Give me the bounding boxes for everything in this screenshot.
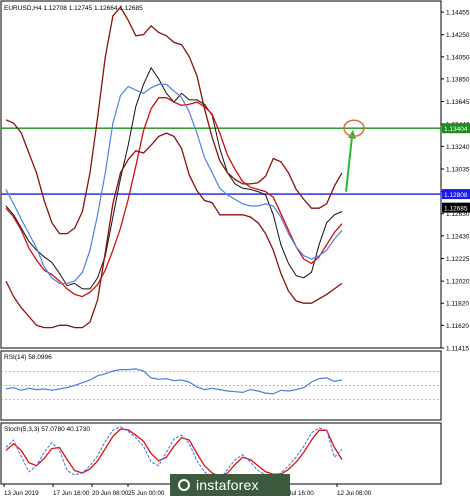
price-tick-label: 1.13240 — [446, 144, 470, 151]
x-tick-label: 20 Jun 08:00 — [92, 490, 129, 497]
trading-chart: 1.14455 1.14250 1.14050 1.13850 1.13645 1.134… — [0, 0, 470, 500]
level-price-label: 1.12808 — [444, 192, 468, 199]
x-tick-label: 25 Jun 00:00 — [128, 490, 165, 497]
price-tick-label: 1.13645 — [446, 99, 470, 106]
chart-canvas: 1.14455 1.14250 1.14050 1.13850 1.13645 1.134… — [0, 0, 470, 497]
price-tick-label: 1.14050 — [446, 54, 470, 61]
watermark-logo-icon — [178, 479, 190, 491]
x-tick-label: 12 Jul 08:00 — [337, 490, 372, 497]
price-tick-label: 1.12430 — [446, 233, 470, 240]
price-tick-label: 1.13850 — [446, 76, 470, 83]
watermark-badge: instaforex — [170, 474, 290, 496]
price-tick-label: 1.11820 — [446, 301, 469, 308]
watermark-text: instaforex — [196, 477, 259, 493]
x-tick-label: 17 Jun 16:00 — [53, 490, 90, 497]
price-tick-label: 1.12020 — [446, 279, 470, 286]
price-tick-label: 1.14250 — [446, 32, 470, 39]
price-tick-label: 1.14455 — [446, 10, 470, 17]
main-price-panel — [0, 0, 442, 349]
current-price-label: 1.12685 — [444, 206, 468, 213]
price-tick-label: 1.11620 — [446, 323, 469, 330]
stochastic-label: Stoch(5,3,3) 57.0780 40.1730 — [4, 426, 90, 433]
price-tick-label: 1.12225 — [446, 256, 470, 263]
symbol-header-label: EURUSD,H4 1.12708 1.12745 1.12664 1.1268… — [4, 5, 143, 12]
price-tick-label: 1.11415 — [446, 346, 469, 353]
rsi-label: RSI(14) 58.0996 — [4, 354, 52, 361]
x-tick-label: 13 Jun 2019 — [4, 490, 39, 497]
price-tick-label: 1.13035 — [446, 166, 470, 173]
level-price-label: 1.13404 — [444, 126, 468, 133]
